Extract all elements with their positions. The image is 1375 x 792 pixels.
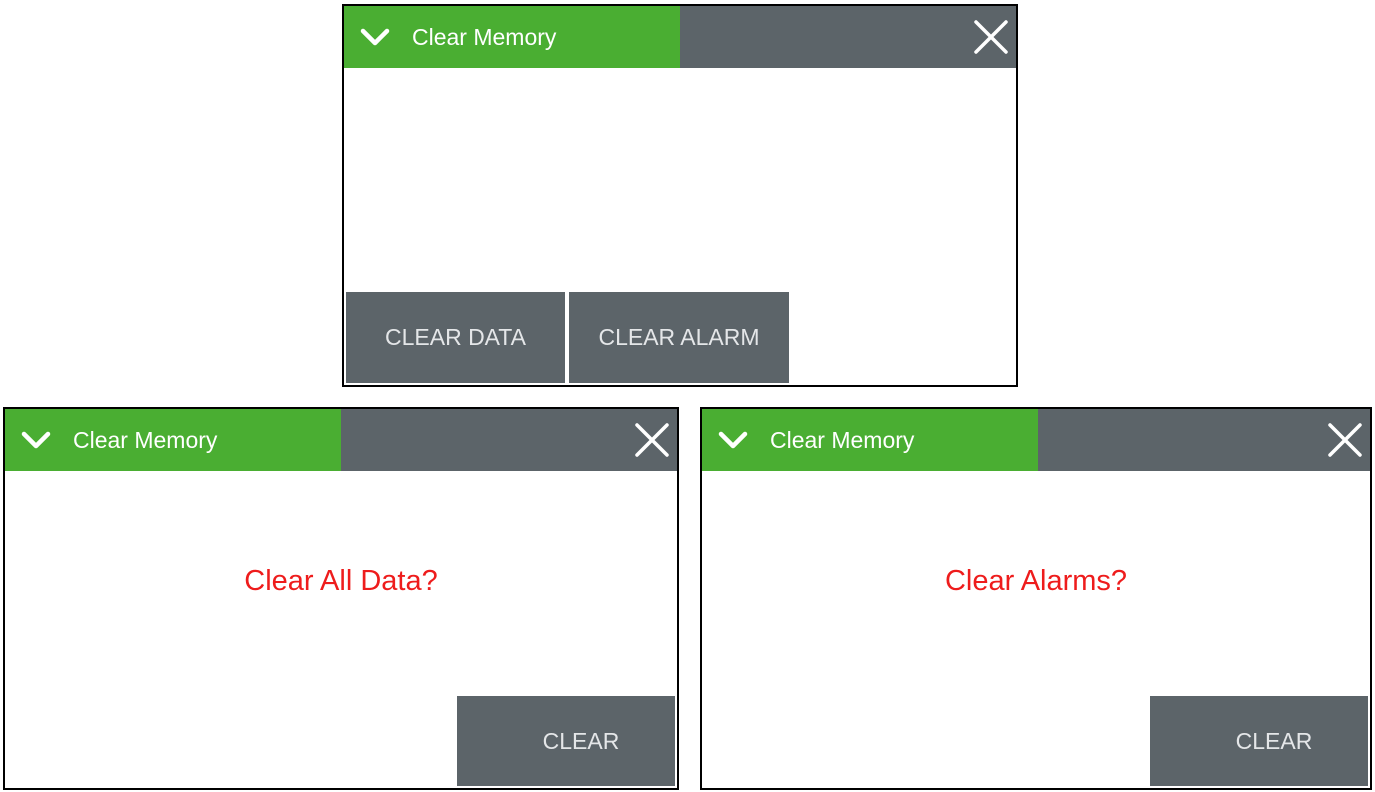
title-bar: Clear Memory	[5, 409, 677, 471]
confirm-prompt: Clear Alarms?	[944, 565, 1128, 597]
clear-alarm-button[interactable]: CLEAR ALARM	[569, 292, 789, 383]
panel-title: Clear Memory	[73, 427, 218, 453]
clear-button[interactable]: CLEAR	[457, 696, 675, 786]
title-bar-green-section[interactable]: Clear Memory	[702, 409, 1038, 471]
clear-data-button[interactable]: CLEAR DATA	[346, 292, 565, 383]
close-icon[interactable]	[633, 421, 671, 459]
chevron-down-icon[interactable]	[360, 24, 390, 50]
close-icon[interactable]	[1326, 421, 1364, 459]
panel-title: Clear Memory	[770, 427, 915, 453]
panel-title: Clear Memory	[412, 24, 557, 50]
title-bar-green-section[interactable]: Clear Memory	[5, 409, 341, 471]
clear-button[interactable]: CLEAR	[1150, 696, 1368, 786]
clear-memory-menu-panel: Clear Memory CLEAR DATA CLEAR ALARM	[342, 4, 1018, 387]
title-bar: Clear Memory	[344, 6, 1016, 68]
title-bar-green-section[interactable]: Clear Memory	[344, 6, 680, 68]
title-bar: Clear Memory	[702, 409, 1370, 471]
clear-data-confirm-panel: Clear Memory Clear All Data? CLEAR	[3, 407, 679, 790]
close-icon[interactable]	[972, 18, 1010, 56]
confirm-prompt: Clear All Data?	[244, 565, 438, 597]
clear-alarms-confirm-panel: Clear Memory Clear Alarms? CLEAR	[700, 407, 1372, 790]
chevron-down-icon[interactable]	[21, 427, 51, 453]
chevron-down-icon[interactable]	[718, 427, 748, 453]
